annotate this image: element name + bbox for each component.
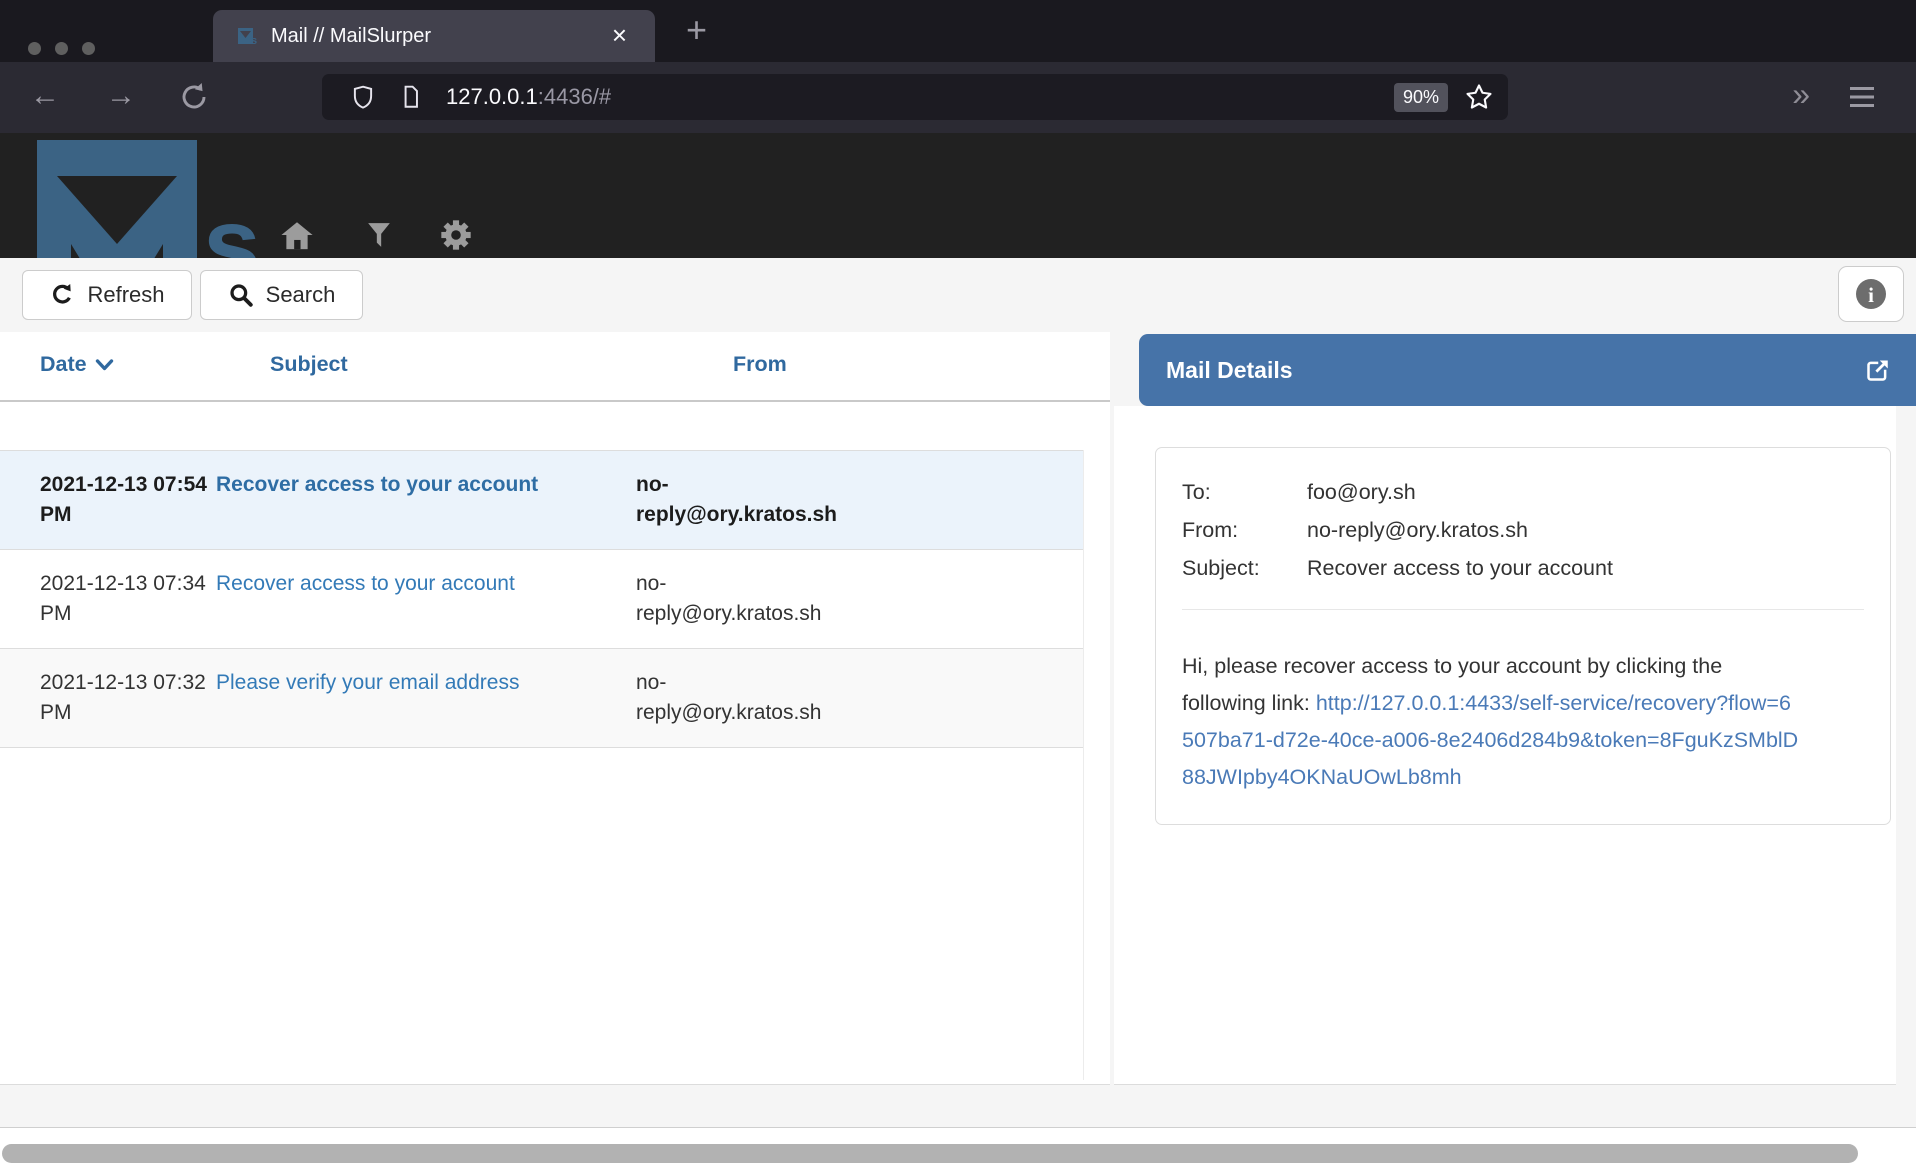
window-dot[interactable] [28, 42, 41, 55]
mail-details-card: To: foo@ory.sh From: no-reply@ory.kratos… [1155, 447, 1891, 825]
window-dot[interactable] [82, 42, 95, 55]
mail-from: no-reply@ory.kratos.sh [636, 569, 846, 629]
tab-title: Mail // MailSlurper [271, 25, 431, 48]
mail-date: 2021-12-13 07:32 PM [0, 668, 216, 728]
mail-row[interactable]: 2021-12-13 07:34 PM Recover access to yo… [0, 550, 1083, 649]
column-header-from[interactable]: From [733, 352, 787, 377]
mail-rows: 2021-12-13 07:54 PM Recover access to yo… [0, 450, 1083, 748]
window-controls[interactable] [28, 42, 95, 55]
forward-icon[interactable]: → [106, 78, 136, 114]
mailslurper-favicon: s [237, 26, 257, 46]
mail-date: 2021-12-13 07:54 PM [0, 470, 216, 530]
url-text[interactable]: 127.0.0.1:4436/# [446, 84, 611, 110]
mail-subject-link[interactable]: Recover access to your account [216, 473, 538, 496]
browser-tab[interactable]: s Mail // MailSlurper × [213, 10, 655, 62]
settings-gear-icon[interactable] [440, 219, 472, 251]
search-button[interactable]: Search [200, 270, 363, 320]
svg-text:s: s [251, 35, 257, 46]
subject-value: Recover access to your account [1307, 549, 1864, 587]
mail-subject-link[interactable]: Please verify your email address [216, 671, 519, 694]
column-header-date[interactable]: Date [40, 352, 114, 377]
info-button[interactable]: i [1838, 266, 1904, 322]
to-value: foo@ory.sh [1307, 473, 1864, 511]
mail-from: no-reply@ory.kratos.sh [636, 668, 846, 728]
mail-date: 2021-12-13 07:34 PM [0, 569, 216, 629]
browser-tab-bar: s Mail // MailSlurper × + [0, 0, 1916, 62]
card-divider [1182, 609, 1864, 610]
horizontal-scrollbar-thumb[interactable] [2, 1144, 1858, 1163]
mail-from: no-reply@ory.kratos.sh [636, 470, 846, 530]
mailslurper-navbar: s [0, 133, 1916, 258]
mail-row[interactable]: 2021-12-13 07:32 PM Please verify your e… [0, 649, 1083, 748]
list-scrollbar-gutter[interactable] [1083, 450, 1110, 1080]
from-label: From: [1182, 511, 1307, 549]
page-icon[interactable] [398, 84, 424, 110]
info-icon: i [1854, 277, 1888, 311]
sort-chevron-down-icon [95, 358, 114, 372]
svg-text:i: i [1868, 283, 1874, 307]
back-icon[interactable]: ← [30, 78, 60, 114]
to-label: To: [1182, 473, 1307, 511]
mail-row-selected[interactable]: 2021-12-13 07:54 PM Recover access to yo… [0, 451, 1083, 550]
search-label: Search [266, 282, 336, 308]
url-bar[interactable]: 127.0.0.1:4436/# 90% [322, 74, 1508, 120]
new-tab-button[interactable]: + [686, 12, 707, 48]
url-port-path: :4436/# [538, 84, 611, 109]
mail-details-title: Mail Details [1166, 357, 1293, 384]
browser-toolbar: ← → 127.0.0.1:4436/# 90% » [0, 62, 1916, 133]
mail-body: Hi, please recover access to your accoun… [1182, 648, 1802, 796]
window-dot[interactable] [55, 42, 68, 55]
refresh-label: Refresh [87, 282, 164, 308]
bookmark-star-icon[interactable] [1464, 82, 1494, 112]
tab-close-icon[interactable]: × [612, 22, 627, 48]
filter-icon[interactable] [366, 220, 392, 250]
toolbar-overflow-icon[interactable]: » [1792, 76, 1810, 113]
mail-subject-link[interactable]: Recover access to your account [216, 572, 515, 595]
mail-details-header: Mail Details [1139, 334, 1916, 406]
header-divider [0, 400, 1110, 402]
refresh-button[interactable]: Refresh [22, 270, 192, 320]
home-icon[interactable] [280, 219, 314, 251]
reload-icon[interactable] [178, 81, 210, 113]
search-icon [228, 282, 254, 308]
subject-label: Subject: [1182, 549, 1307, 587]
open-external-icon[interactable] [1862, 356, 1892, 386]
mail-list-panel: Date Subject From 2021-12-13 07:54 PM Re… [0, 332, 1110, 1085]
column-header-subject[interactable]: Subject [270, 352, 348, 377]
refresh-icon [49, 282, 75, 308]
mailslurper-logo: s [37, 140, 267, 258]
browser-window: s Mail // MailSlurper × + ← → 127.0.0.1:… [0, 0, 1916, 1170]
from-value: no-reply@ory.kratos.sh [1307, 511, 1864, 549]
zoom-level-badge[interactable]: 90% [1394, 83, 1448, 112]
url-host: 127.0.0.1 [446, 84, 538, 109]
logo-letter-s: s [203, 187, 261, 258]
shield-icon[interactable] [350, 84, 376, 110]
menu-hamburger-icon[interactable] [1848, 84, 1876, 110]
